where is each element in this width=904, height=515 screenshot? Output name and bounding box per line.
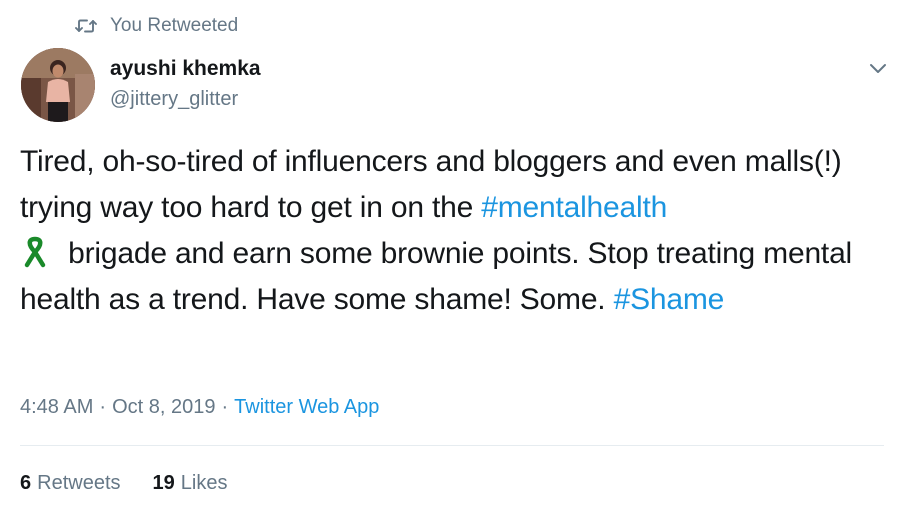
tweet-time[interactable]: 4:48 AM (20, 396, 93, 418)
green-ribbon-icon (20, 236, 50, 268)
tweet-date[interactable]: Oct 8, 2019 (112, 396, 215, 418)
likes-stat[interactable]: 19 Likes (153, 470, 228, 496)
retweets-stat[interactable]: 6 Retweets (20, 470, 121, 496)
tweet-text-part: Tired, oh-so-tired of influencers and bl… (20, 145, 842, 224)
tweet-meta: 4:48 AM · Oct 8, 2019 · Twitter Web App (20, 394, 379, 420)
hashtag-link-shame[interactable]: #Shame (614, 283, 725, 316)
tweet-text: Tired, oh-so-tired of influencers and bl… (20, 139, 890, 323)
tweet-text-part: brigade and earn some brownie points. St… (20, 237, 853, 316)
meta-separator: · (221, 396, 229, 418)
chevron-down-icon[interactable] (866, 58, 890, 78)
divider (20, 445, 884, 446)
hashtag-link-mentalhealth[interactable]: #mentalhealth (481, 191, 667, 224)
retweets-label: Retweets (37, 472, 121, 494)
meta-separator: · (99, 396, 107, 418)
retweet-context-label: You Retweeted (110, 15, 239, 36)
author-handle[interactable]: @jittery_glitter (110, 87, 238, 111)
likes-label: Likes (180, 472, 228, 494)
retweets-count: 6 (20, 472, 32, 494)
retweet-context: You Retweeted (75, 14, 238, 38)
retweet-icon (75, 16, 97, 36)
tweet-source-link[interactable]: Twitter Web App (234, 396, 379, 418)
tweet-stats: 6 Retweets 19 Likes (20, 470, 227, 496)
avatar[interactable] (21, 48, 95, 122)
likes-count: 19 (152, 472, 175, 494)
author-display-name[interactable]: ayushi khemka (110, 56, 261, 82)
